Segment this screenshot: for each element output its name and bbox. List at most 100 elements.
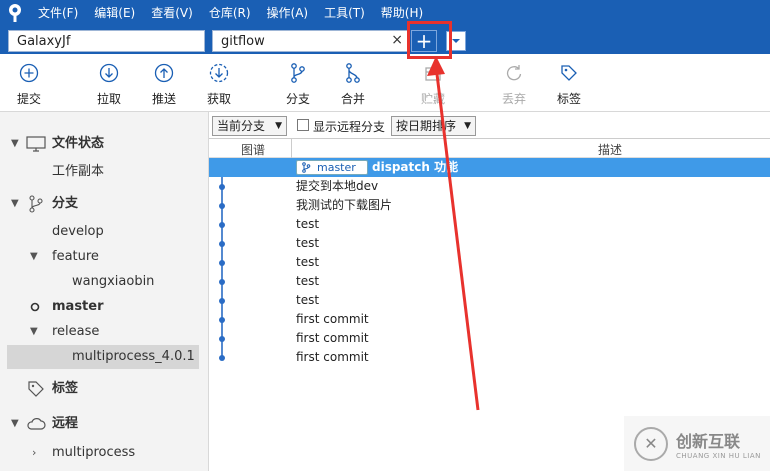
monitor-icon	[26, 136, 46, 152]
sidebar-remotes-label: 远程	[52, 416, 79, 431]
sidebar-item-wangxiaobin[interactable]: wangxiaobin	[0, 270, 209, 294]
menu-actions[interactable]: 操作(A)	[259, 0, 317, 26]
commit-message: 我测试的下载图片	[296, 198, 393, 212]
menu-file[interactable]: 文件(F)	[30, 0, 86, 26]
tab-gitflow[interactable]: gitflow ×	[212, 30, 408, 52]
branch-icon	[302, 162, 311, 173]
tab-galaxyjf[interactable]: GalaxyJf	[8, 30, 205, 52]
chevron-right-icon: ›	[32, 446, 37, 459]
chevron-down-icon: ▼	[11, 138, 19, 149]
chevron-down-icon	[452, 39, 460, 43]
sidebar-item-label: feature	[52, 249, 99, 264]
sidebar-item-multiprocess[interactable]: › multiprocess	[0, 441, 209, 465]
sourcetree-logo-icon	[0, 0, 30, 26]
discard-button[interactable]: 丢弃	[489, 60, 539, 107]
commit-message: test	[296, 236, 320, 250]
commit-row[interactable]: test	[209, 253, 770, 272]
branch-icon	[291, 63, 305, 83]
arrow-up-circle-icon	[154, 63, 174, 83]
cloud-icon	[27, 418, 46, 430]
branch-button[interactable]: 分支	[273, 60, 323, 107]
show-remote-branches-label: 显示远程分支	[313, 120, 386, 134]
commit-message: 提交到本地dev	[296, 179, 379, 193]
stash-button[interactable]: 贮藏	[408, 60, 458, 107]
pull-button[interactable]: 拉取	[84, 60, 134, 107]
merge-icon	[346, 63, 360, 83]
chevron-down-icon: ▼	[30, 326, 38, 337]
commit-row[interactable]: 提交到本地dev	[209, 177, 770, 196]
sidebar-item-label: master	[52, 299, 104, 314]
commit-row[interactable]: test	[209, 234, 770, 253]
fetch-button[interactable]: 获取	[194, 60, 244, 107]
push-button[interactable]: 推送	[139, 60, 189, 107]
discard-icon	[506, 65, 522, 81]
menu-repository[interactable]: 仓库(R)	[201, 0, 259, 26]
commit-row[interactable]: test	[209, 215, 770, 234]
branch-filter-value: 当前分支	[217, 119, 266, 133]
tag-label: 标签	[556, 92, 581, 106]
sidebar-section-tags[interactable]: 标签	[0, 377, 209, 401]
menu-tools[interactable]: 工具(T)	[316, 0, 373, 26]
sidebar-item-develop[interactable]: develop	[0, 220, 209, 244]
merge-button[interactable]: 合并	[328, 60, 378, 107]
sidebar-item-release[interactable]: ▼ release	[0, 320, 209, 344]
sidebar-item-feature[interactable]: ▼ feature	[0, 245, 209, 269]
sidebar-file-status-label: 文件状态	[52, 136, 105, 151]
sidebar-item-multiprocess-4-0-1[interactable]: multiprocess_4.0.1	[7, 345, 199, 369]
plus-circle-icon	[19, 63, 39, 83]
show-remote-branches-checkbox[interactable]	[297, 119, 309, 131]
sidebar-item-working-copy[interactable]: 工作副本	[0, 160, 209, 184]
sort-dropdown[interactable]: 按日期排序 ▼	[391, 116, 476, 136]
branch-filter-dropdown[interactable]: 当前分支 ▼	[212, 116, 287, 136]
commit-row-selected[interactable]: master dispatch 功能	[209, 158, 770, 177]
commit-row[interactable]: test	[209, 291, 770, 310]
column-divider[interactable]	[291, 139, 292, 159]
commit-message: test	[296, 217, 320, 231]
sidebar-item-label: multiprocess_4.0.1	[72, 349, 195, 364]
push-label: 推送	[151, 92, 176, 106]
sidebar-section-file-status[interactable]: ▼ 文件状态	[0, 132, 209, 156]
sidebar-tags-label: 标签	[52, 381, 79, 396]
tab-label: GalaxyJf	[17, 34, 71, 49]
sidebar: ▼ 文件状态 工作副本 ▼ 分支 develop ▼ feature wangx…	[0, 112, 209, 471]
commit-button[interactable]: 提交	[4, 60, 54, 107]
description-column-header[interactable]: 描述	[598, 141, 622, 158]
commit-row[interactable]: first commit	[209, 329, 770, 348]
commit-message: first commit	[296, 350, 369, 364]
sidebar-item-label: multiprocess	[52, 445, 136, 460]
commit-message: first commit	[296, 312, 369, 326]
fetch-label: 获取	[206, 92, 231, 106]
graph-column-header[interactable]: 图谱	[241, 141, 265, 158]
commit-message: test	[296, 255, 320, 269]
chevron-down-icon: ▼	[11, 418, 19, 429]
sidebar-item-master[interactable]: master	[0, 295, 209, 319]
menu-view[interactable]: 查看(V)	[143, 0, 201, 26]
commit-label: 提交	[16, 92, 41, 106]
menu-edit[interactable]: 编辑(E)	[86, 0, 143, 26]
sidebar-item-label: develop	[52, 224, 104, 239]
commit-message: test	[296, 274, 320, 288]
close-icon[interactable]: ×	[391, 32, 403, 49]
commit-list-header: 图谱 描述	[209, 138, 770, 159]
sidebar-branches-label: 分支	[52, 196, 79, 211]
sidebar-item-label: release	[52, 324, 100, 339]
sidebar-section-branches[interactable]: ▼ 分支	[0, 192, 209, 216]
watermark: ✕ 创新互联 CHUANG XIN HU LIAN	[624, 416, 770, 471]
tab-label: gitflow	[221, 34, 265, 49]
commit-row[interactable]: test	[209, 272, 770, 291]
watermark-logo-icon: ✕	[634, 426, 668, 461]
arrow-down-circle-icon	[99, 63, 119, 83]
tag-button[interactable]: 标签	[544, 60, 594, 107]
branch-icon	[29, 195, 43, 213]
commit-row[interactable]: 我测试的下载图片	[209, 196, 770, 215]
commit-row[interactable]: first commit	[209, 310, 770, 329]
tag-icon	[561, 65, 577, 81]
sidebar-item-label: 工作副本	[52, 164, 105, 179]
chevron-down-icon: ▼	[30, 251, 38, 262]
repo-tab-bar: GalaxyJf gitflow × +	[0, 26, 770, 54]
sidebar-section-remotes[interactable]: ▼ 远程	[0, 412, 209, 436]
main-toolbar: 提交 拉取 推送 获取 分支 合并 贮藏 丢弃 标签	[0, 54, 770, 112]
annotation-highlight-box	[407, 21, 452, 59]
fetch-icon	[209, 63, 229, 83]
commit-row[interactable]: first commit	[209, 348, 770, 367]
